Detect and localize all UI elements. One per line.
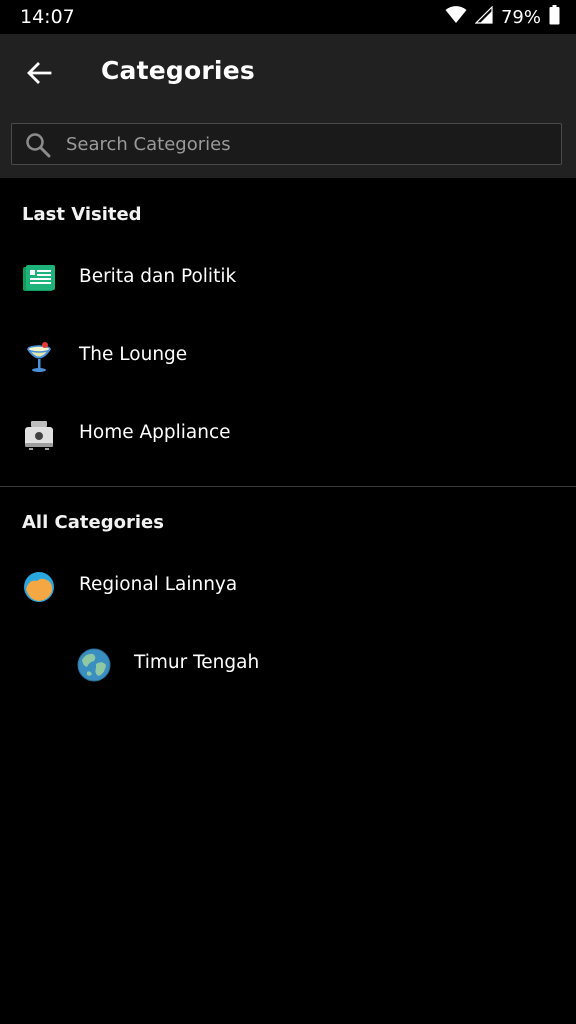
category-item-berita-dan-politik[interactable]: Berita dan Politik [0,244,576,314]
search-icon [25,132,51,158]
page-title: Categories [101,56,255,85]
signal-icon [474,5,493,28]
back-button[interactable] [14,50,64,100]
category-label: Timur Tengah [134,652,260,673]
categories-screen: 14:07 79% Categories Search Categories L… [0,0,576,1024]
all-categories-header: All Categories [22,512,164,533]
section-divider [0,486,576,487]
category-label: Regional Lainnya [79,574,238,595]
category-label: The Lounge [79,344,188,365]
battery-icon [549,5,560,29]
status-icons: 79% [445,5,560,29]
app-bar: Categories [0,34,576,178]
earth-globe-icon [77,648,111,682]
wifi-icon [445,6,467,28]
category-item-regional-lainnya[interactable]: Regional Lainnya [0,552,576,622]
category-item-timur-tengah[interactable]: Timur Tengah [0,630,576,700]
search-box[interactable] [11,123,562,165]
battery-percent: 79% [500,6,541,28]
category-label: Home Appliance [79,422,231,443]
search-input[interactable] [66,124,546,164]
regional-globe-icon [22,570,56,604]
status-time: 14:07 [20,6,75,28]
category-item-home-appliance[interactable]: Home Appliance [0,400,576,470]
cocktail-glass-icon [22,340,56,374]
status-bar: 14:07 79% [0,0,576,34]
toaster-icon [22,418,56,452]
category-item-the-lounge[interactable]: The Lounge [0,322,576,392]
newspaper-icon [22,262,56,296]
category-label: Berita dan Politik [79,266,237,287]
last-visited-header: Last Visited [22,204,142,225]
arrow-left-icon [26,61,52,89]
